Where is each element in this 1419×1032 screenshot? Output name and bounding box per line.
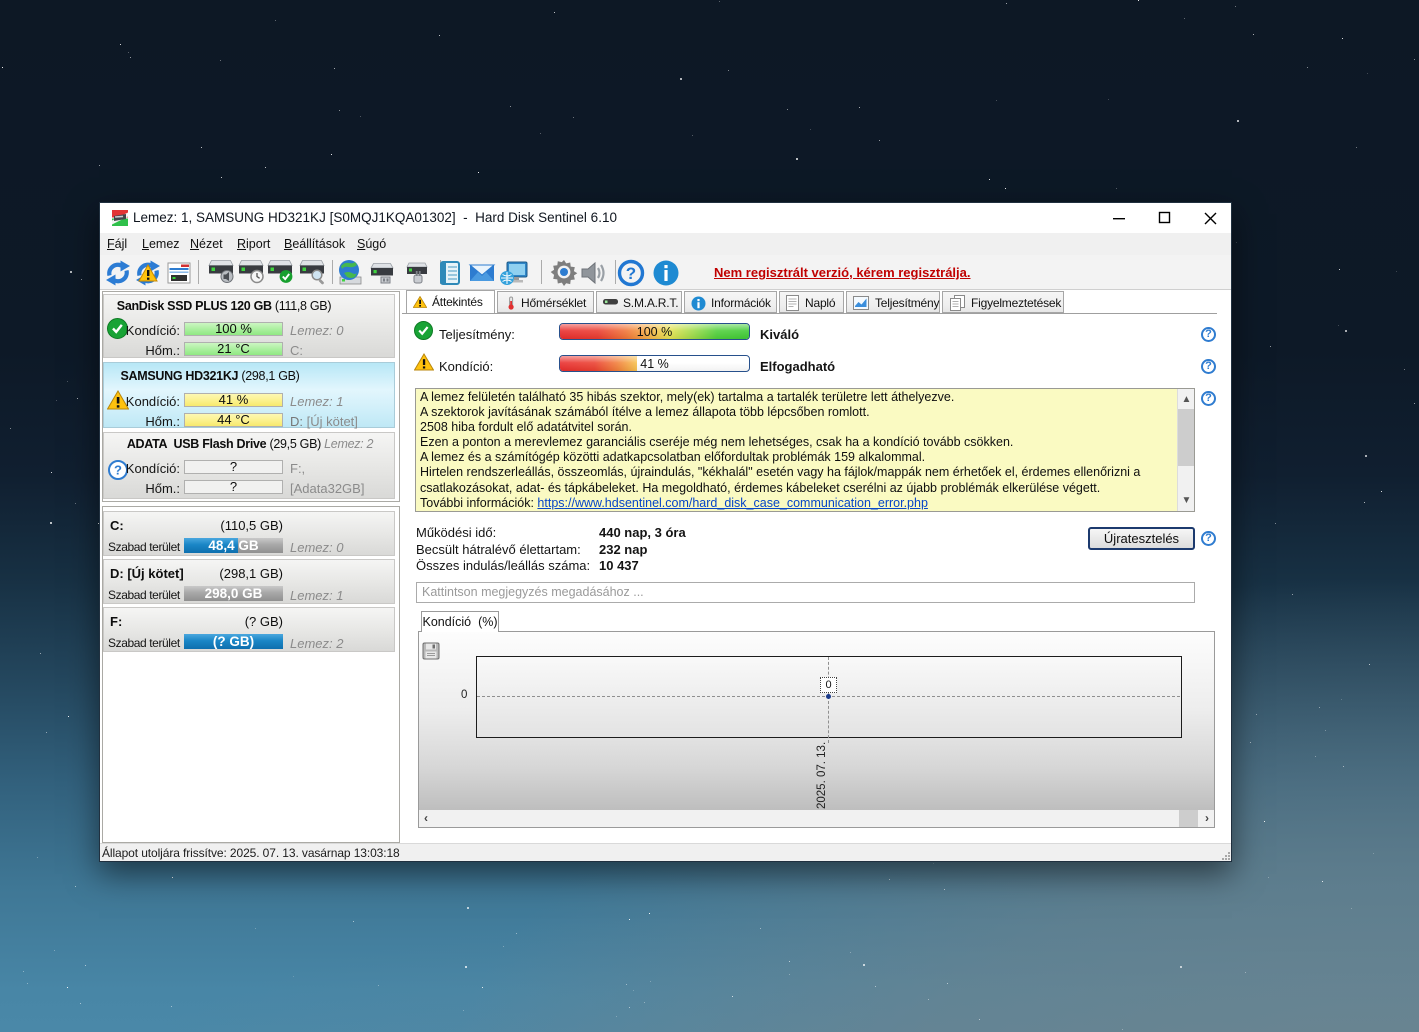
svg-text:?: ? bbox=[626, 264, 636, 283]
